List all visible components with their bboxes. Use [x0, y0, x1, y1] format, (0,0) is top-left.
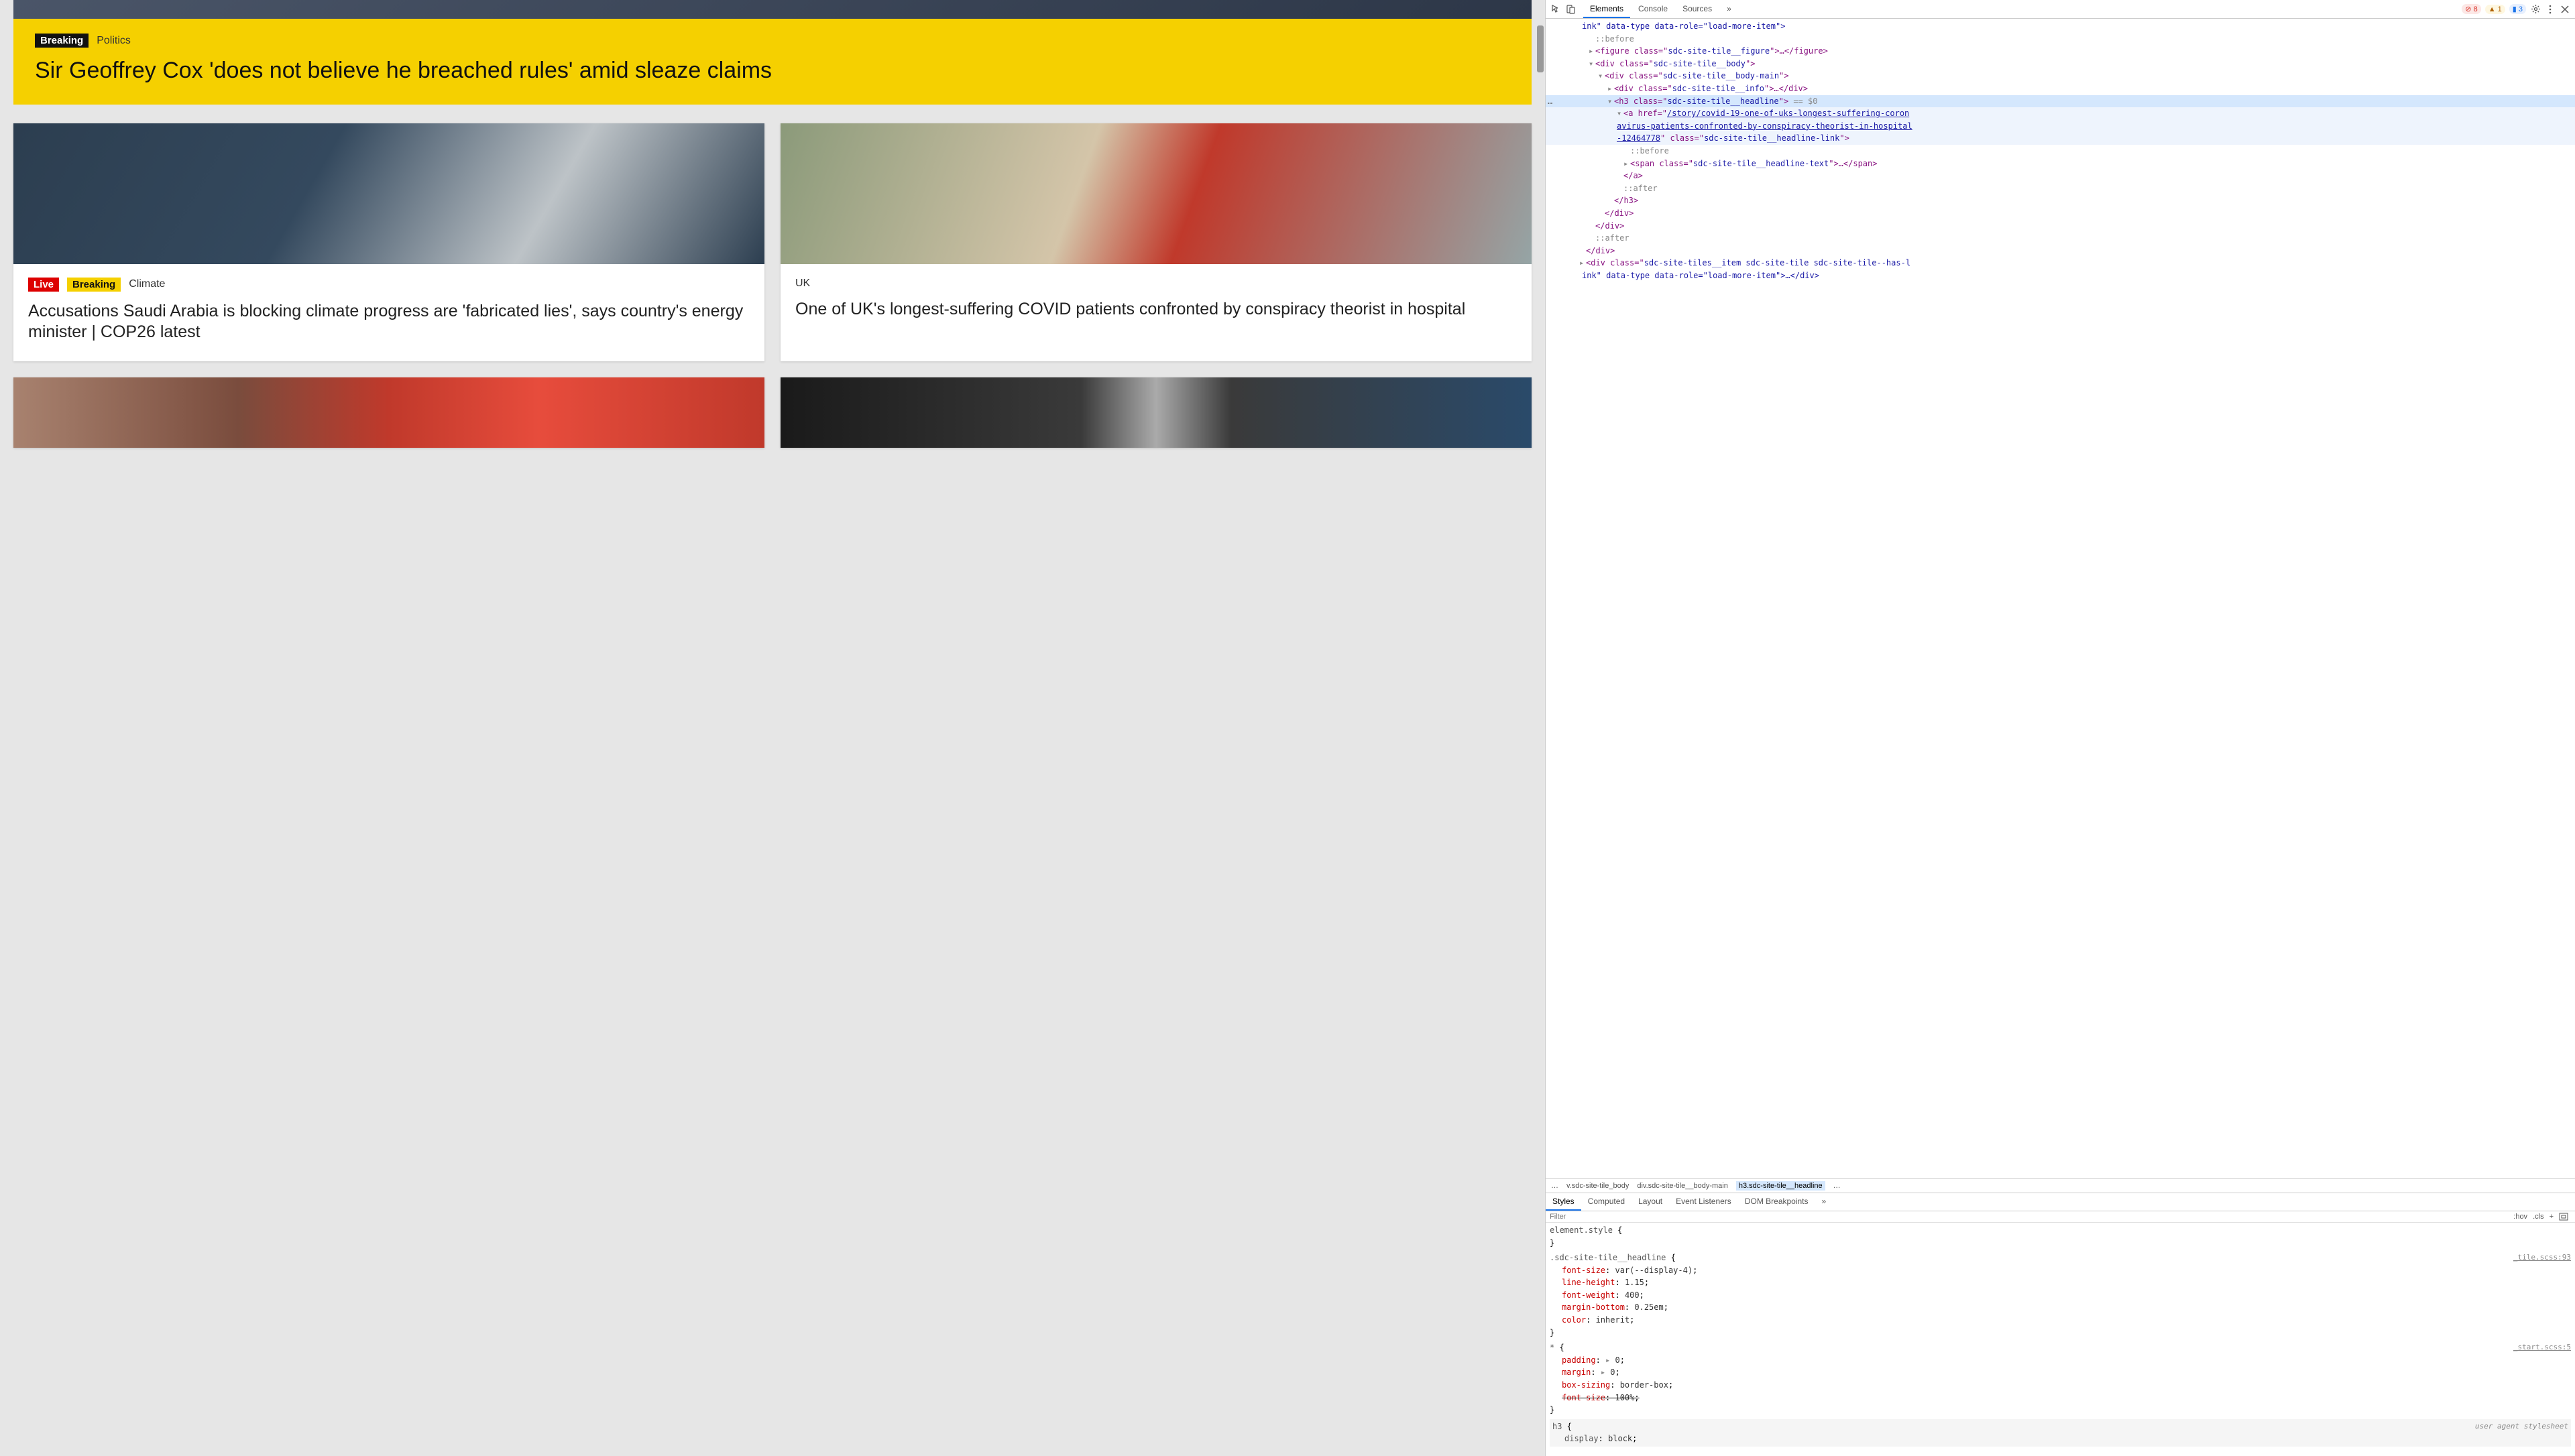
- dom-line[interactable]: ▸<span class="sdc-site-tile__headline-te…: [1546, 158, 2575, 170]
- card-image: [13, 123, 764, 264]
- add-rule-icon[interactable]: +: [2550, 1213, 2554, 1221]
- info-badge[interactable]: ▮ 3: [2509, 4, 2526, 14]
- dom-line[interactable]: </div>: [1546, 245, 2575, 257]
- dom-line[interactable]: ▾<div class="sdc-site-tile__body">: [1546, 58, 2575, 70]
- card-headline[interactable]: Accusations Saudi Arabia is blocking cli…: [28, 301, 750, 343]
- elements-tree[interactable]: ink" data-type data-role="load-more-item…: [1546, 19, 2575, 1178]
- dom-line[interactable]: ::before: [1546, 33, 2575, 46]
- style-rule[interactable]: _tile.scss:93 .sdc-site-tile__headline {…: [1550, 1252, 2571, 1339]
- article-card[interactable]: [781, 377, 1532, 448]
- tab-computed[interactable]: Computed: [1581, 1193, 1632, 1211]
- dom-line[interactable]: ::before: [1546, 145, 2575, 158]
- card-image: [781, 377, 1532, 448]
- style-rule[interactable]: _start.scss:5 * { padding: ▸ 0; margin: …: [1550, 1341, 2571, 1416]
- dom-line[interactable]: -12464778" class="sdc-site-tile__headlin…: [1546, 132, 2575, 145]
- box-model-icon[interactable]: [2559, 1213, 2568, 1221]
- source-link[interactable]: _tile.scss:93: [2513, 1252, 2571, 1263]
- tab-layout[interactable]: Layout: [1632, 1193, 1669, 1211]
- crumb[interactable]: div.sdc-site-tile__body-main: [1637, 1182, 1728, 1190]
- dom-line[interactable]: ▸<div class="sdc-site-tiles__item sdc-si…: [1546, 257, 2575, 269]
- crumb-overflow[interactable]: …: [1551, 1182, 1558, 1190]
- kebab-icon[interactable]: [2544, 3, 2556, 15]
- hov-toggle[interactable]: :hov: [2513, 1213, 2527, 1221]
- inspect-icon[interactable]: [1550, 3, 1562, 15]
- gear-icon[interactable]: [2529, 3, 2541, 15]
- tab-event-listeners[interactable]: Event Listeners: [1669, 1193, 1738, 1211]
- style-rule-ua[interactable]: user agent stylesheet h3 { display: bloc…: [1550, 1419, 2571, 1447]
- hero-headline[interactable]: Sir Geoffrey Cox 'does not believe he br…: [35, 57, 1510, 84]
- styles-filter-bar: :hov .cls +: [1546, 1211, 2575, 1223]
- styles-tabs: Styles Computed Layout Event Listeners D…: [1546, 1193, 2575, 1211]
- scrollbar-thumb[interactable]: [1537, 25, 1544, 72]
- device-toggle-icon[interactable]: [1564, 3, 1577, 15]
- styles-rules[interactable]: element.style { } _tile.scss:93 .sdc-sit…: [1546, 1223, 2575, 1456]
- dom-line[interactable]: </a>: [1546, 170, 2575, 182]
- dom-line-selected[interactable]: …▾<h3 class="sdc-site-tile__headline"> =…: [1546, 95, 2575, 108]
- category-link[interactable]: Climate: [129, 278, 165, 290]
- card-image: [13, 377, 764, 448]
- crumb[interactable]: v.sdc-site-tile_body: [1566, 1182, 1629, 1190]
- cls-toggle[interactable]: .cls: [2533, 1213, 2544, 1221]
- source-link[interactable]: _start.scss:5: [2513, 1341, 2571, 1353]
- crumb-selected[interactable]: h3.sdc-site-tile__headline: [1736, 1181, 1825, 1191]
- card-headline[interactable]: One of UK's longest-suffering COVID pati…: [795, 299, 1517, 320]
- tab-styles[interactable]: Styles: [1546, 1193, 1581, 1211]
- article-grid: Live Breaking Climate Accusations Saudi …: [12, 123, 1533, 462]
- card-image: [781, 123, 1532, 264]
- article-card[interactable]: UK One of UK's longest-suffering COVID p…: [781, 123, 1532, 362]
- dom-line[interactable]: </h3>: [1546, 194, 2575, 207]
- style-rule[interactable]: element.style { }: [1550, 1224, 2571, 1249]
- dom-line[interactable]: ▸<div class="sdc-site-tile__info">…</div…: [1546, 82, 2575, 95]
- tab-sources[interactable]: Sources: [1676, 1, 1719, 18]
- line-actions[interactable]: …: [1546, 95, 1554, 108]
- dom-line[interactable]: ▾<div class="sdc-site-tile__body-main">: [1546, 70, 2575, 82]
- breaking-tag: Breaking: [35, 34, 89, 48]
- error-badge[interactable]: ⊘ 8: [2462, 4, 2480, 14]
- hero-tags: Breaking Politics: [35, 34, 1510, 48]
- dom-breadcrumb[interactable]: … v.sdc-site-tile_body div.sdc-site-tile…: [1546, 1178, 2575, 1193]
- dom-line[interactable]: avirus-patients-confronted-by-conspiracy…: [1546, 120, 2575, 133]
- dom-line[interactable]: </div>: [1546, 207, 2575, 220]
- dom-line[interactable]: ink" data-type data-role="load-more-item…: [1546, 20, 2575, 33]
- tab-console[interactable]: Console: [1632, 1, 1674, 18]
- article-card[interactable]: Live Breaking Climate Accusations Saudi …: [13, 123, 764, 362]
- dom-line[interactable]: ::after: [1546, 182, 2575, 195]
- close-icon[interactable]: [2559, 3, 2571, 15]
- tabs-overflow[interactable]: »: [1815, 1193, 1833, 1211]
- styles-filter-input[interactable]: [1550, 1213, 2511, 1221]
- devtools-toolbar: Elements Console Sources » ⊘ 8 ▲ 1 ▮ 3: [1546, 0, 2575, 19]
- crumb-overflow[interactable]: …: [1833, 1182, 1841, 1190]
- live-tag: Live: [28, 278, 59, 292]
- article-card[interactable]: [13, 377, 764, 448]
- devtools-panel: Elements Console Sources » ⊘ 8 ▲ 1 ▮ 3 i…: [1545, 0, 2575, 1456]
- dom-line[interactable]: ink" data-type data-role="load-more-item…: [1546, 269, 2575, 282]
- hero-banner[interactable]: Breaking Politics Sir Geoffrey Cox 'does…: [13, 19, 1532, 105]
- devtools-tabs: Elements Console Sources »: [1583, 1, 1738, 18]
- hero-image: [13, 0, 1532, 19]
- dom-line[interactable]: ▾<a href="/story/covid-19-one-of-uks-lon…: [1546, 107, 2575, 120]
- tab-dom-breakpoints[interactable]: DOM Breakpoints: [1738, 1193, 1815, 1211]
- tab-elements[interactable]: Elements: [1583, 1, 1630, 18]
- category-link[interactable]: Politics: [97, 35, 131, 47]
- webpage-viewport[interactable]: Breaking Politics Sir Geoffrey Cox 'does…: [0, 0, 1545, 1456]
- breaking-tag: Breaking: [67, 278, 121, 292]
- tabs-overflow[interactable]: »: [1720, 1, 1738, 18]
- category-link[interactable]: UK: [795, 278, 810, 290]
- warning-badge[interactable]: ▲ 1: [2485, 5, 2505, 14]
- dom-line[interactable]: ::after: [1546, 232, 2575, 245]
- dom-line[interactable]: </div>: [1546, 220, 2575, 233]
- dom-line[interactable]: ▸<figure class="sdc-site-tile__figure">……: [1546, 45, 2575, 58]
